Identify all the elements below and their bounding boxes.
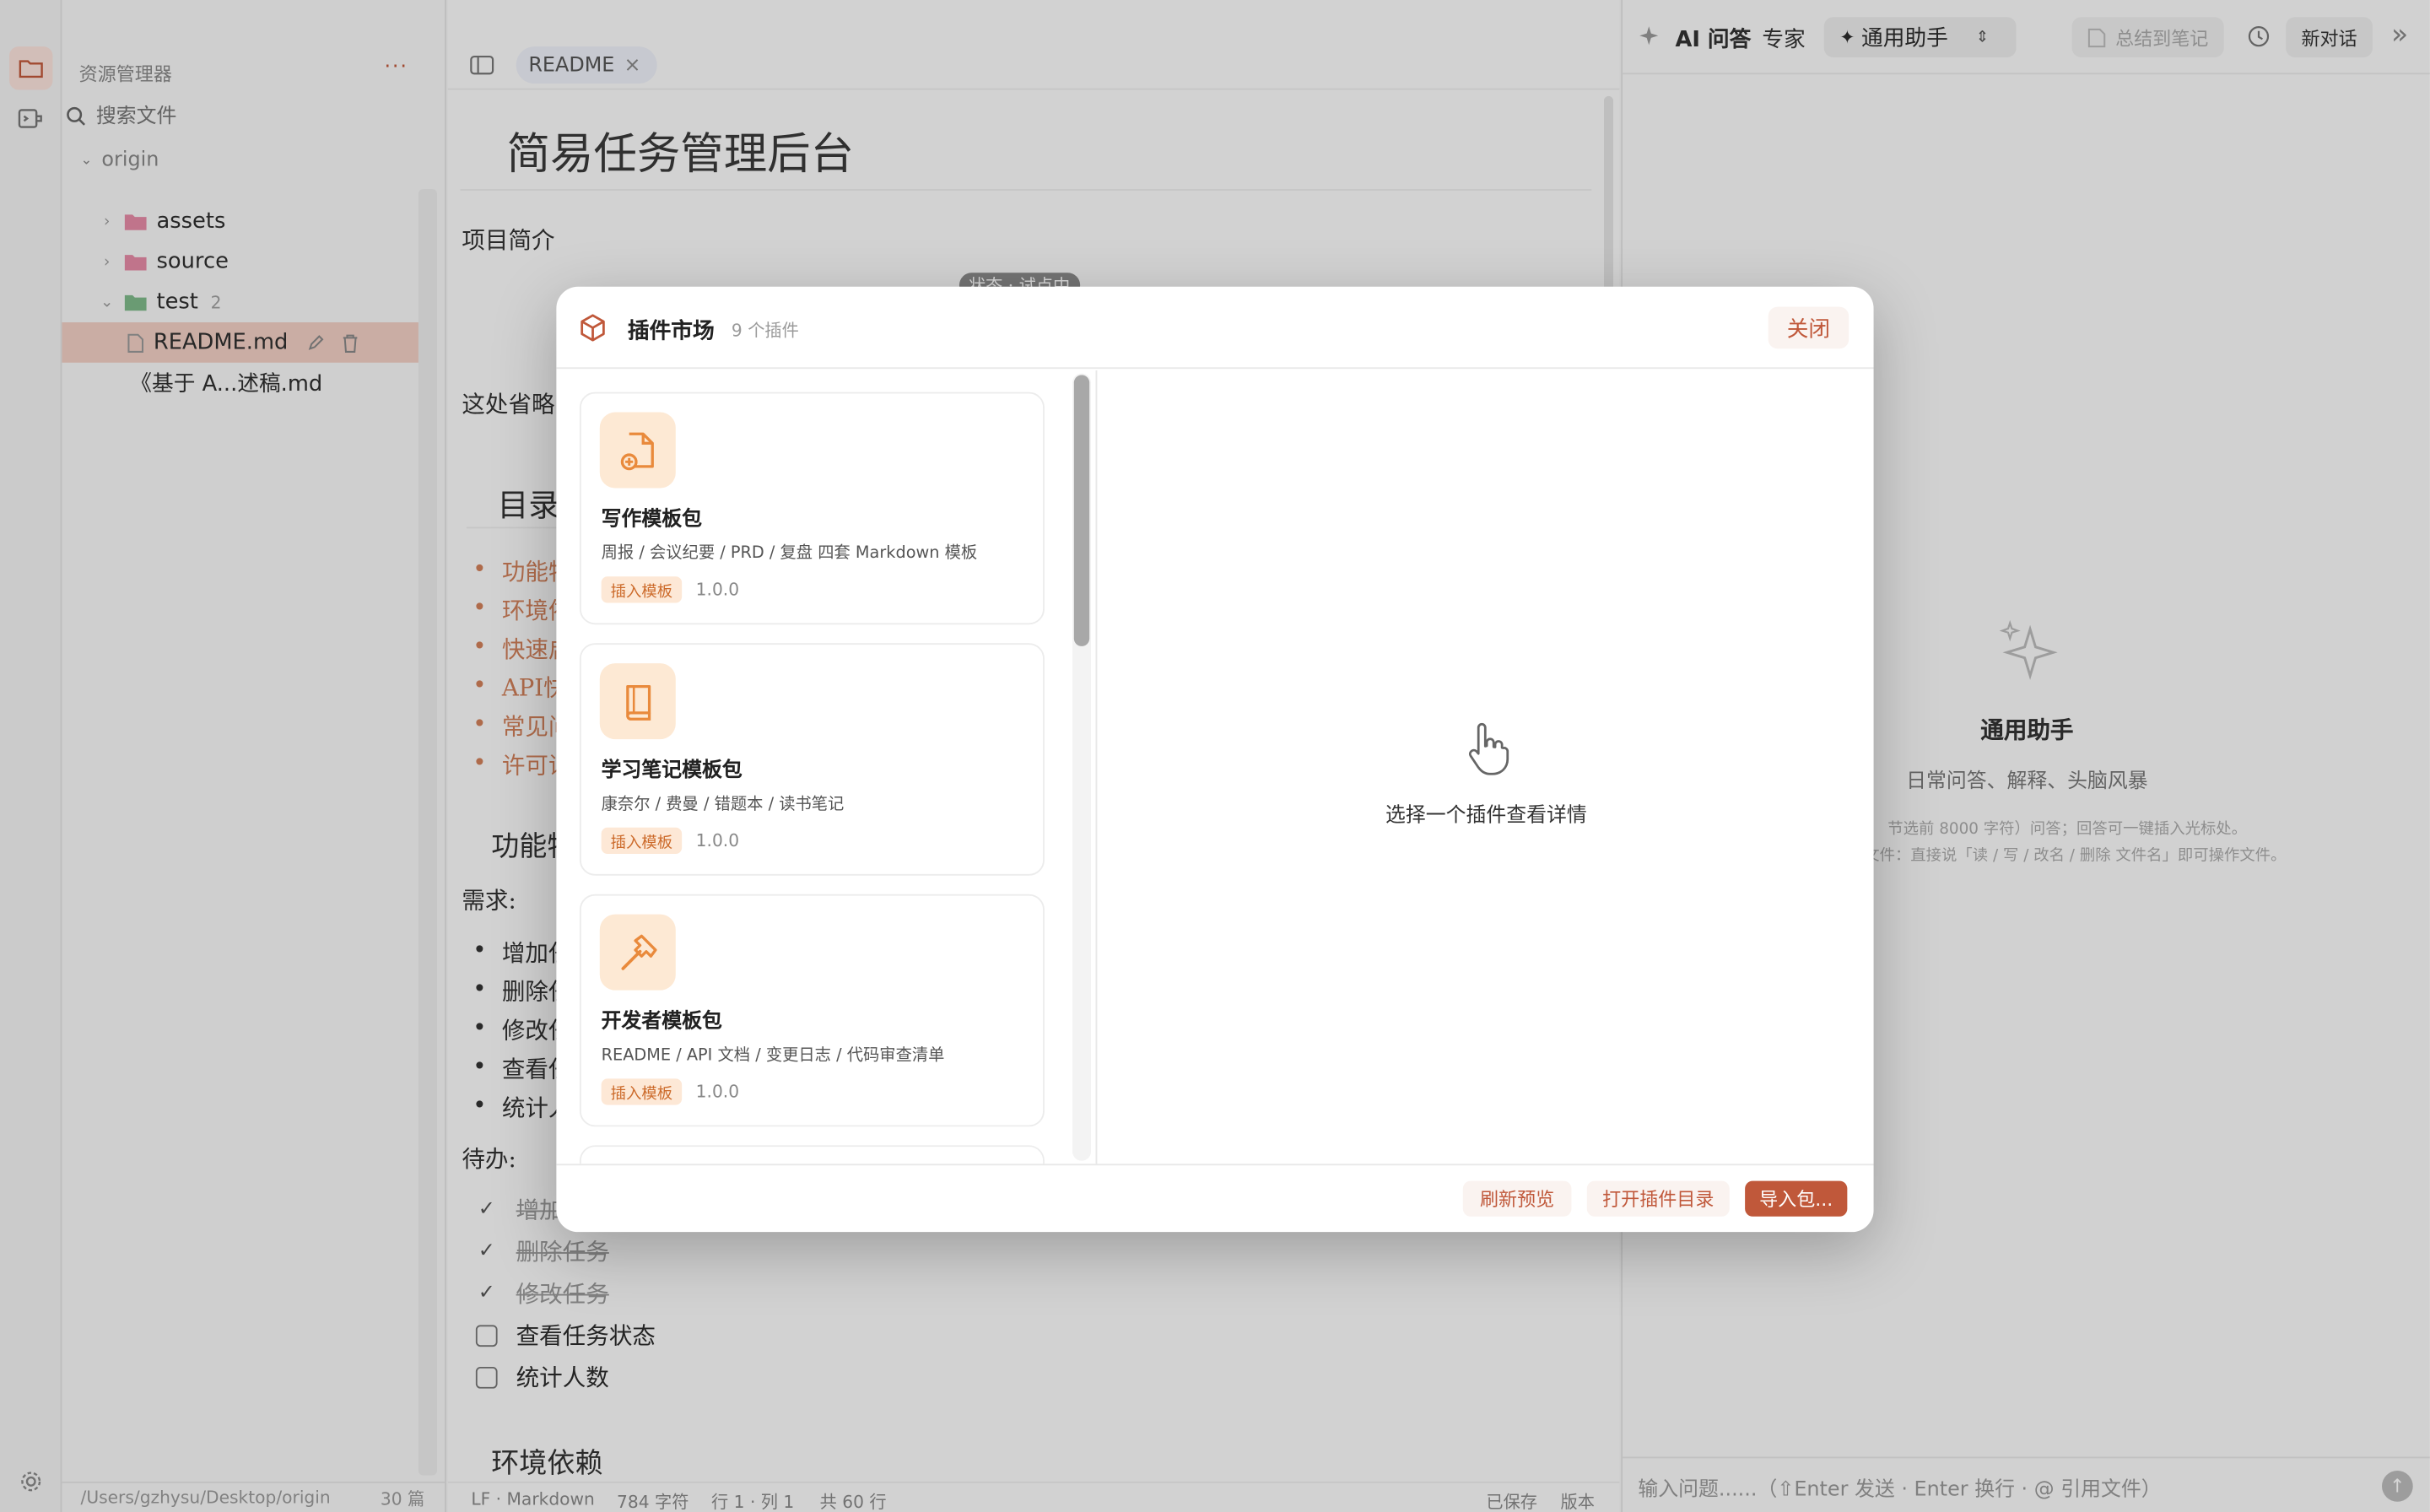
plugin-tag: 插入模板 (601, 576, 683, 603)
dialog-header: 插件市场 9 个插件 关闭 (556, 287, 1874, 370)
plugin-card[interactable]: 写作模板包 周报 / 会议纪要 / PRD / 复盘 四套 Markdown 模… (579, 392, 1045, 625)
plugin-tag: 插入模板 (601, 827, 683, 855)
refresh-preview-button[interactable]: 刷新预览 (1462, 1180, 1572, 1217)
plugin-desc: 周报 / 会议纪要 / PRD / 复盘 四套 Markdown 模板 (601, 543, 978, 563)
plugin-card[interactable]: 开发者模板包 README / API 文档 / 变更日志 / 代码审查清单 插… (579, 894, 1045, 1127)
plugin-count: 9 个插件 (731, 321, 799, 342)
hammer-icon (599, 914, 676, 991)
pointer-hand-icon (1469, 722, 1509, 775)
import-package-button[interactable]: 导入包... (1745, 1180, 1848, 1217)
package-icon (580, 314, 605, 342)
plugin-version: 1.0.0 (695, 830, 740, 851)
dialog-footer: 刷新预览 打开插件目录 导入包... (556, 1164, 1874, 1232)
plugin-name: 学习笔记模板包 (601, 759, 742, 783)
plugin-list: 写作模板包 周报 / 会议纪要 / PRD / 复盘 四套 Markdown 模… (556, 370, 1098, 1164)
open-plugin-dir-button[interactable]: 打开插件目录 (1586, 1180, 1730, 1217)
empty-state: 选择一个插件查看详情 (1099, 721, 1873, 828)
plugin-name: 开发者模板包 (601, 1010, 722, 1034)
app-window: 资源管理器 ··· ⌄ origin › assets › source ⌄ (0, 0, 2430, 1512)
dialog-title: 插件市场 (627, 319, 715, 344)
plugin-detail: 选择一个插件查看详情 (1099, 370, 1873, 1164)
book-icon (599, 663, 676, 740)
plugin-desc: 康奈尔 / 费曼 / 错题本 / 读书笔记 (601, 795, 845, 814)
plugin-tag: 插入模板 (601, 1078, 683, 1105)
plugin-card[interactable] (579, 1145, 1045, 1164)
scrollbar-thumb[interactable] (1073, 375, 1090, 646)
close-button[interactable]: 关闭 (1768, 306, 1850, 349)
empty-state-text: 选择一个插件查看详情 (1385, 804, 1587, 828)
plugin-name: 写作模板包 (601, 508, 703, 532)
plugin-market-dialog: 插件市场 9 个插件 关闭 写作模板包 周报 / 会议纪要 / PRD / 复盘… (556, 286, 1874, 1233)
file-plus-icon (599, 412, 676, 489)
plugin-card[interactable]: 学习笔记模板包 康奈尔 / 费曼 / 错题本 / 读书笔记 插入模板 1.0.0 (579, 643, 1045, 876)
plugin-desc: README / API 文档 / 变更日志 / 代码审查清单 (601, 1045, 945, 1065)
plugin-version: 1.0.0 (695, 579, 740, 600)
plugin-version: 1.0.0 (695, 1082, 740, 1102)
